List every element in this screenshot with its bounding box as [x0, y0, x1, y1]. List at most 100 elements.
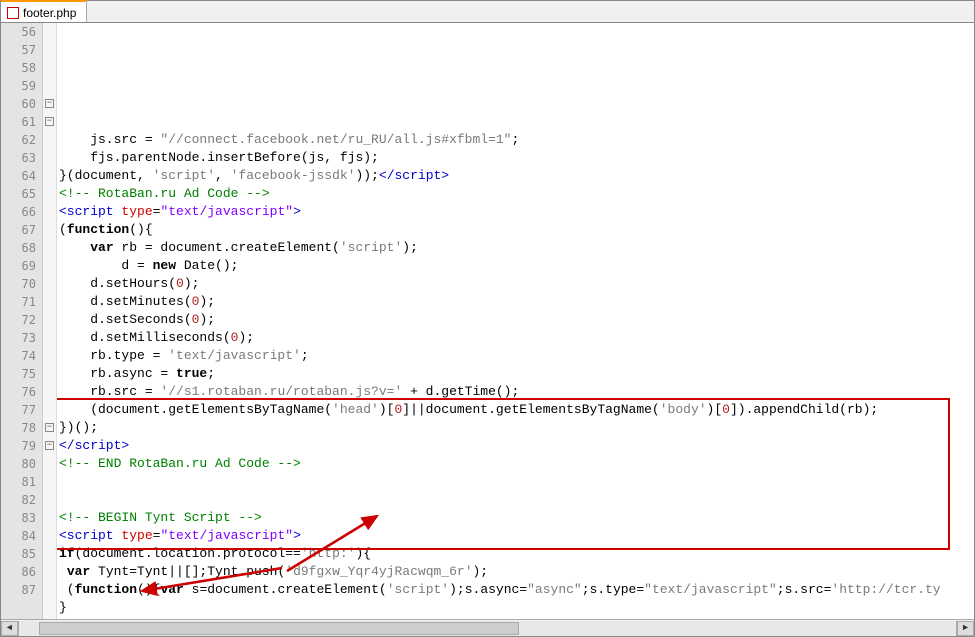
code-line[interactable]: }(document, 'script', 'facebook-jssdk'))… — [59, 167, 974, 185]
fold-toggle — [43, 401, 56, 419]
line-number[interactable]: 70 — [1, 275, 36, 293]
tab-footer-php[interactable]: footer.php — [1, 0, 87, 22]
line-number[interactable]: 77 — [1, 401, 36, 419]
code-line[interactable]: fjs.parentNode.insertBefore(js, fjs); — [59, 149, 974, 167]
file-icon — [7, 7, 19, 19]
fold-toggle — [43, 509, 56, 527]
line-number-gutter[interactable]: 5657585960616263646566676869707172737475… — [1, 23, 43, 619]
line-number[interactable]: 73 — [1, 329, 36, 347]
tab-label: footer.php — [23, 6, 76, 20]
code-line[interactable]: (function(){var s=document.createElement… — [59, 581, 974, 599]
scroll-thumb[interactable] — [39, 622, 519, 635]
scroll-left-button[interactable]: ◄ — [1, 621, 18, 636]
code-line[interactable]: </script> — [59, 437, 974, 455]
horizontal-scrollbar[interactable]: ◄ ► — [1, 619, 974, 636]
code-line[interactable]: d.setSeconds(0); — [59, 311, 974, 329]
fold-toggle — [43, 545, 56, 563]
line-number[interactable]: 61 — [1, 113, 36, 131]
code-line[interactable]: })(); — [59, 419, 974, 437]
editor-body: 5657585960616263646566676869707172737475… — [1, 23, 974, 619]
line-number[interactable]: 56 — [1, 23, 36, 41]
scroll-track[interactable] — [18, 621, 957, 636]
code-line[interactable]: d = new Date(); — [59, 257, 974, 275]
line-number[interactable]: 84 — [1, 527, 36, 545]
line-number[interactable]: 86 — [1, 563, 36, 581]
line-number[interactable]: 75 — [1, 365, 36, 383]
line-number[interactable]: 72 — [1, 311, 36, 329]
scroll-right-button[interactable]: ► — [957, 621, 974, 636]
line-number[interactable]: 80 — [1, 455, 36, 473]
code-line[interactable] — [59, 491, 974, 509]
line-number[interactable]: 64 — [1, 167, 36, 185]
code-line[interactable]: <script type="text/javascript"> — [59, 203, 974, 221]
line-number[interactable]: 58 — [1, 59, 36, 77]
line-number[interactable]: 65 — [1, 185, 36, 203]
code-line[interactable]: rb.src = '//s1.rotaban.ru/rotaban.js?v='… — [59, 383, 974, 401]
line-number[interactable]: 81 — [1, 473, 36, 491]
line-number[interactable]: 87 — [1, 581, 36, 599]
code-line[interactable]: <!-- END RotaBan.ru Ad Code --> — [59, 455, 974, 473]
fold-toggle — [43, 239, 56, 257]
fold-toggle — [43, 311, 56, 329]
fold-toggle — [43, 293, 56, 311]
line-number[interactable]: 69 — [1, 257, 36, 275]
line-number[interactable]: 78 — [1, 419, 36, 437]
code-line[interactable] — [59, 473, 974, 491]
fold-toggle — [43, 257, 56, 275]
fold-toggle — [43, 365, 56, 383]
fold-toggle[interactable]: − — [43, 95, 56, 113]
line-number[interactable]: 82 — [1, 491, 36, 509]
line-number[interactable]: 79 — [1, 437, 36, 455]
fold-toggle[interactable]: − — [43, 419, 56, 437]
line-number[interactable]: 71 — [1, 293, 36, 311]
fold-gutter[interactable]: −−−− — [43, 23, 57, 619]
fold-toggle — [43, 329, 56, 347]
tab-bar: footer.php — [1, 1, 974, 23]
line-number[interactable]: 74 — [1, 347, 36, 365]
line-number[interactable]: 76 — [1, 383, 36, 401]
code-line[interactable]: d.setMilliseconds(0); — [59, 329, 974, 347]
line-number[interactable]: 68 — [1, 239, 36, 257]
code-line[interactable]: if(document.location.protocol=='http:'){ — [59, 545, 974, 563]
code-line[interactable]: <script type="text/javascript"> — [59, 527, 974, 545]
fold-toggle[interactable]: − — [43, 113, 56, 131]
code-line[interactable]: rb.async = true; — [59, 365, 974, 383]
code-line[interactable]: </script> — [59, 617, 974, 619]
fold-toggle — [43, 185, 56, 203]
code-line[interactable]: js.src = "//connect.facebook.net/ru_RU/a… — [59, 131, 974, 149]
fold-toggle — [43, 383, 56, 401]
code-line[interactable]: (document.getElementsByTagName('head')[0… — [59, 401, 974, 419]
fold-toggle — [43, 23, 56, 41]
line-number[interactable]: 62 — [1, 131, 36, 149]
fold-toggle — [43, 167, 56, 185]
line-number[interactable]: 85 — [1, 545, 36, 563]
fold-toggle — [43, 275, 56, 293]
code-line[interactable]: <!-- RotaBan.ru Ad Code --> — [59, 185, 974, 203]
line-number[interactable]: 83 — [1, 509, 36, 527]
fold-toggle — [43, 581, 56, 599]
fold-toggle — [43, 473, 56, 491]
code-line[interactable]: <!-- BEGIN Tynt Script --> — [59, 509, 974, 527]
code-line[interactable]: } — [59, 599, 974, 617]
code-area[interactable]: js.src = "//connect.facebook.net/ru_RU/a… — [57, 23, 974, 619]
code-line[interactable]: rb.type = 'text/javascript'; — [59, 347, 974, 365]
line-number[interactable]: 60 — [1, 95, 36, 113]
line-number[interactable]: 66 — [1, 203, 36, 221]
code-line[interactable]: var rb = document.createElement('script'… — [59, 239, 974, 257]
fold-toggle[interactable]: − — [43, 437, 56, 455]
line-number[interactable]: 63 — [1, 149, 36, 167]
editor-window: footer.php 56575859606162636465666768697… — [0, 0, 975, 637]
fold-toggle — [43, 77, 56, 95]
fold-toggle — [43, 563, 56, 581]
fold-toggle — [43, 347, 56, 365]
code-line[interactable]: var Tynt=Tynt||[];Tynt.push('d9fgxw_Yqr4… — [59, 563, 974, 581]
fold-toggle — [43, 131, 56, 149]
code-line[interactable]: (function(){ — [59, 221, 974, 239]
line-number[interactable]: 57 — [1, 41, 36, 59]
code-line[interactable]: d.setHours(0); — [59, 275, 974, 293]
fold-toggle — [43, 41, 56, 59]
line-number[interactable]: 67 — [1, 221, 36, 239]
line-number[interactable]: 59 — [1, 77, 36, 95]
fold-toggle — [43, 491, 56, 509]
code-line[interactable]: d.setMinutes(0); — [59, 293, 974, 311]
